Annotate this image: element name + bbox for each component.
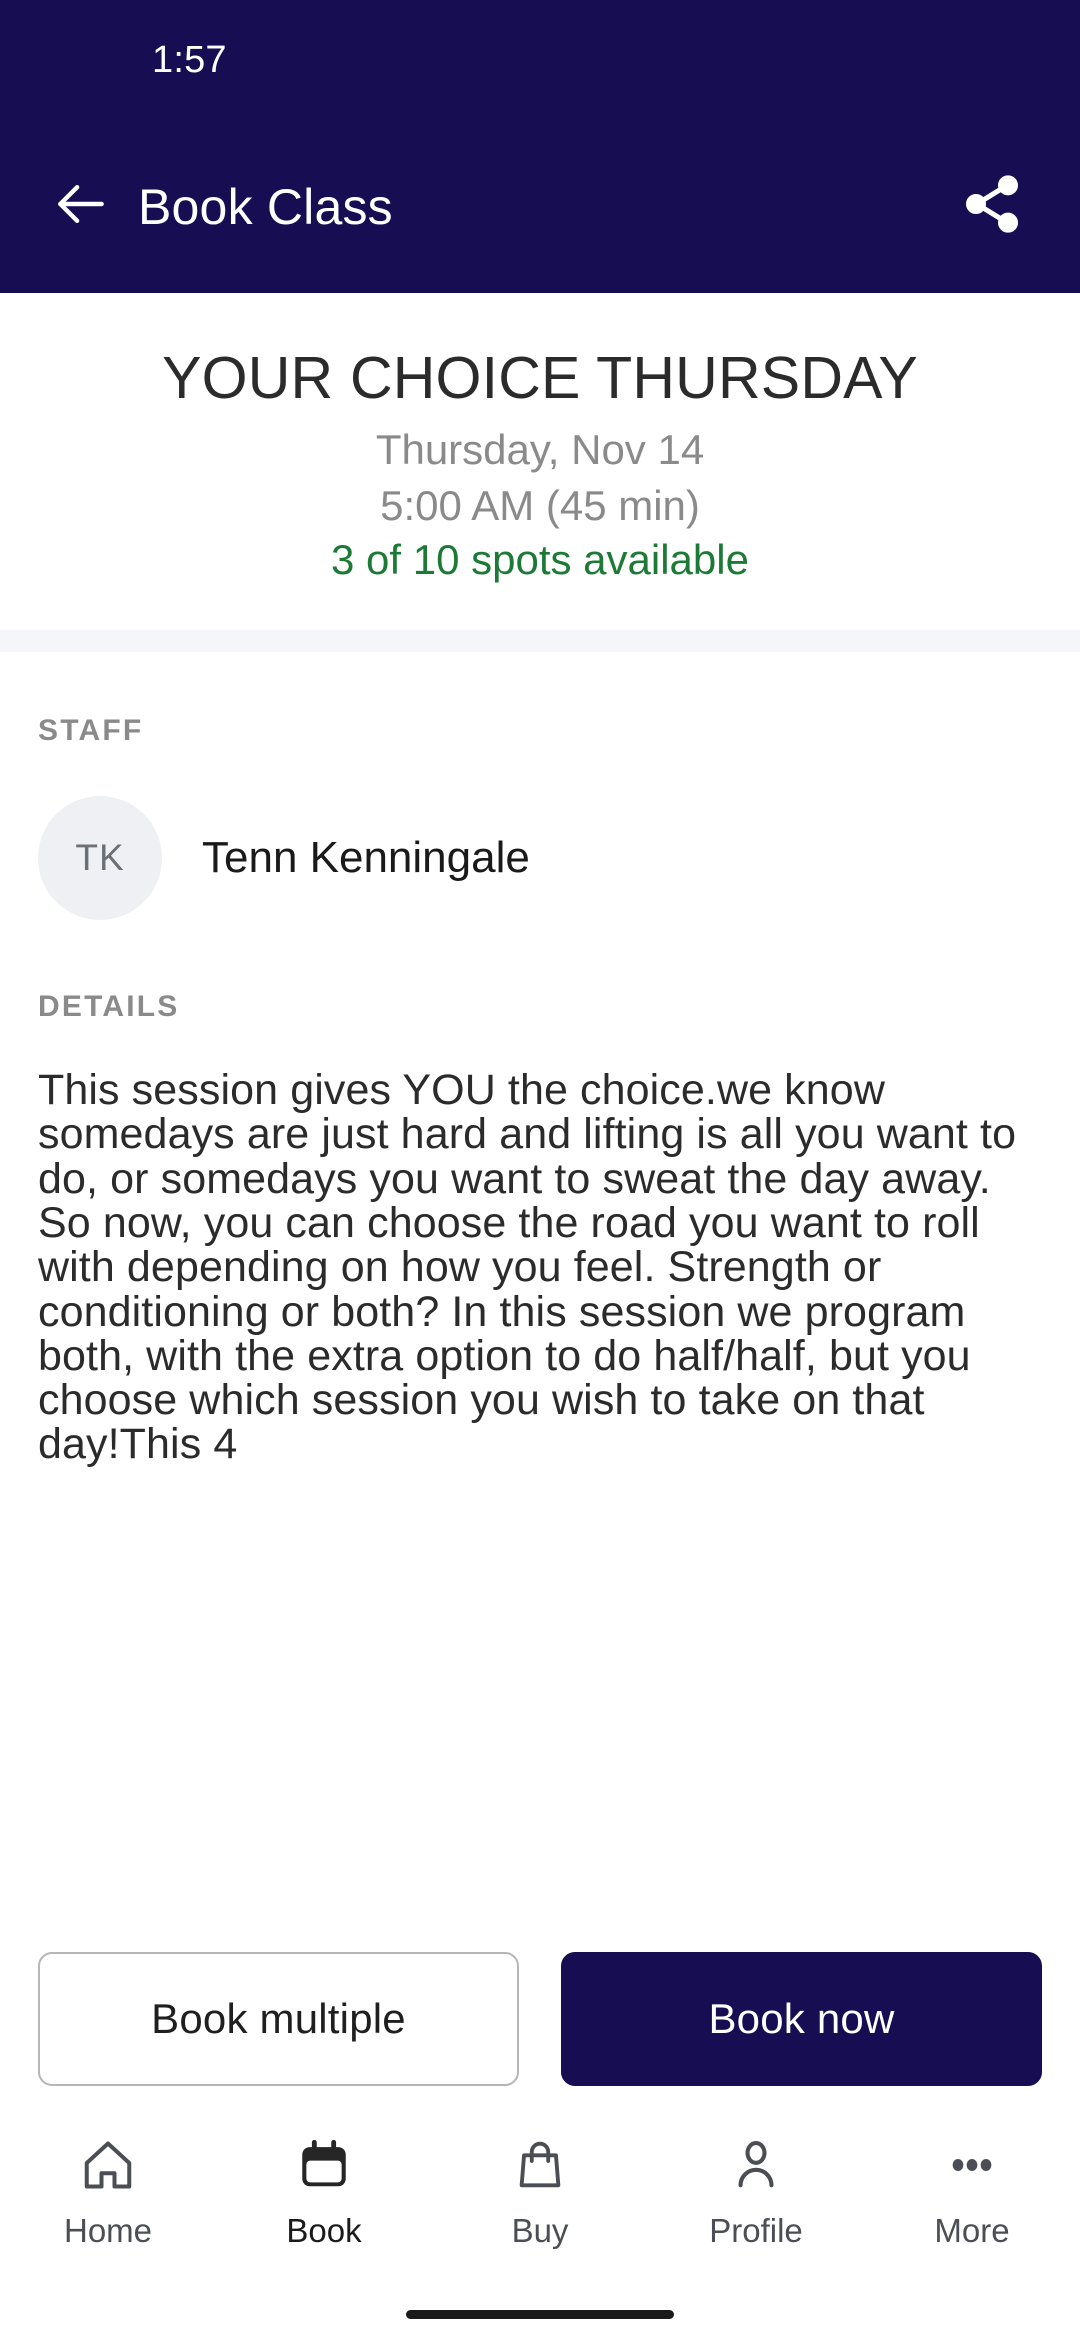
share-icon bbox=[960, 172, 1024, 241]
app-bar: 1:57 Book Class bbox=[0, 0, 1080, 293]
home-indicator-area bbox=[0, 2288, 1080, 2340]
tab-more[interactable]: More bbox=[864, 2132, 1080, 2250]
details-description: This session gives YOU the choice.we kno… bbox=[38, 1066, 1017, 1467]
bottom-navigation: Home Book Buy Profile More bbox=[0, 2112, 1080, 2288]
shopping-bag-icon bbox=[511, 2132, 569, 2198]
book-now-button[interactable]: Book now bbox=[561, 1952, 1042, 2086]
class-summary: YOUR CHOICE THURSDAY Thursday, Nov 14 5:… bbox=[0, 293, 1080, 631]
tab-label-more: More bbox=[934, 2212, 1010, 2249]
app-screen: 1:57 Book Class YOUR CHOICE THURSDAY Thu… bbox=[0, 0, 1080, 2340]
home-icon bbox=[78, 2132, 138, 2198]
tab-profile[interactable]: Profile bbox=[648, 2132, 864, 2250]
spots-available-badge: 3 of 10 spots available bbox=[331, 536, 749, 584]
tab-label-home: Home bbox=[63, 2212, 153, 2249]
home-indicator[interactable] bbox=[406, 2309, 674, 2319]
details-section-label: DETAILS bbox=[38, 990, 180, 1024]
staff-section-label: STAFF bbox=[38, 714, 144, 748]
detail-content: STAFF TK Tenn Kenningale DETAILS This se… bbox=[0, 652, 1080, 1934]
page-title: Book Class bbox=[138, 178, 393, 235]
status-bar-clock: 1:57 bbox=[152, 38, 227, 81]
app-bar-row: Book Class bbox=[0, 120, 1080, 293]
ellipsis-icon bbox=[943, 2132, 1001, 2198]
avatar-initials: TK bbox=[75, 837, 125, 879]
tab-label-buy: Buy bbox=[511, 2212, 569, 2249]
tab-label-book: Book bbox=[286, 2212, 362, 2249]
staff-name: Tenn Kenningale bbox=[202, 833, 530, 883]
arrow-left-icon bbox=[50, 173, 112, 240]
tab-buy[interactable]: Buy bbox=[432, 2132, 648, 2250]
tab-home[interactable]: Home bbox=[0, 2132, 216, 2250]
tab-book[interactable]: Book bbox=[216, 2132, 432, 2250]
section-divider bbox=[0, 630, 1080, 653]
staff-row[interactable]: TK Tenn Kenningale bbox=[38, 796, 1042, 921]
action-bar: Book multiple Book now bbox=[0, 1934, 1080, 2112]
calendar-icon bbox=[295, 2132, 353, 2198]
class-date: Thursday, Nov 14 bbox=[375, 426, 705, 474]
share-button[interactable] bbox=[956, 171, 1028, 243]
back-button[interactable] bbox=[48, 174, 114, 240]
details-text-clip: This session gives YOU the choice.we kno… bbox=[38, 1024, 1042, 1467]
class-time: 5:00 AM (45 min) bbox=[380, 481, 700, 529]
tab-label-profile: Profile bbox=[709, 2212, 803, 2249]
book-multiple-button[interactable]: Book multiple bbox=[38, 1952, 519, 2086]
person-icon bbox=[727, 2132, 785, 2198]
avatar: TK bbox=[38, 796, 162, 921]
status-bar: 1:57 bbox=[0, 0, 1080, 120]
class-name: YOUR CHOICE THURSDAY bbox=[162, 345, 918, 411]
